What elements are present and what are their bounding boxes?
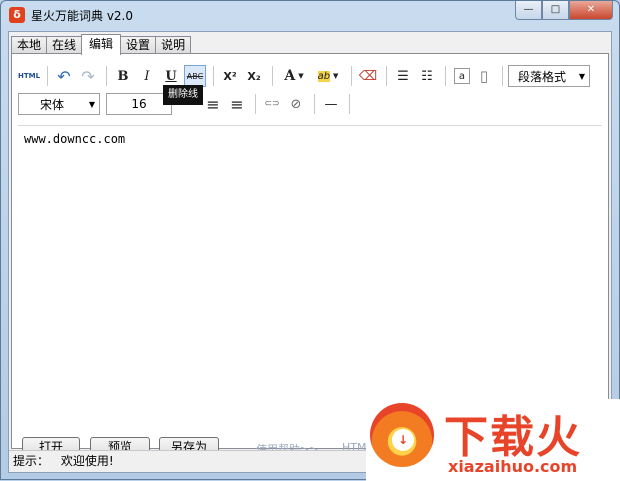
toolbar-separator <box>502 66 503 86</box>
superscript-button[interactable]: X² <box>219 65 241 87</box>
strikethrough-tooltip: 删除线 <box>163 85 203 105</box>
window-title: 星火万能词典 v2.0 <box>31 9 134 23</box>
toolbar-separator <box>349 94 350 114</box>
tab-about[interactable]: 说明 <box>155 36 192 54</box>
tab-online[interactable]: 在线 <box>46 36 83 54</box>
download-icon: ↓ <box>392 429 414 451</box>
eraser-icon[interactable]: ⌫ <box>357 65 379 87</box>
watermark-logo: ↓ 下载火 xiazaihuo.com <box>366 399 620 481</box>
undo-icon[interactable]: ↶ <box>53 65 75 87</box>
app-icon: δ <box>9 7 25 23</box>
minimize-button[interactable]: — <box>515 1 542 20</box>
highlight-icon: ab <box>317 70 331 82</box>
status-message: 欢迎使用! <box>60 454 114 468</box>
watermark-url: xiazaihuo.com <box>448 457 578 476</box>
unordered-list-icon[interactable]: ☷ <box>416 65 438 87</box>
rich-text-editor[interactable]: www.downcc.com <box>18 125 602 440</box>
toolbar-separator <box>255 94 256 114</box>
font-family-select[interactable]: 宋体 ▼ <box>18 93 100 115</box>
window-controls: — □ ✕ <box>515 1 613 20</box>
toolbar-separator <box>351 66 352 86</box>
toolbar-separator <box>47 66 48 86</box>
tab-settings[interactable]: 设置 <box>120 36 157 54</box>
align-right-icon[interactable]: ≡ <box>226 93 248 115</box>
title-bar[interactable]: δ 星火万能词典 v2.0 — □ ✕ <box>1 1 619 29</box>
unlink-icon[interactable]: ⊘ <box>285 93 307 115</box>
status-label: 提示： <box>13 454 50 468</box>
align-center-icon[interactable]: ≡ <box>202 93 224 115</box>
toolbar-separator <box>445 66 446 86</box>
ordered-list-icon[interactable]: ☰ <box>392 65 414 87</box>
chevron-down-icon: ▼ <box>333 72 339 80</box>
tab-strip: 本地 在线 编辑 设置 说明 <box>11 34 192 55</box>
chevron-down-icon: ▼ <box>88 99 96 109</box>
html-source-button[interactable]: HTML <box>18 65 40 87</box>
page-icon[interactable]: ▯ <box>473 65 495 87</box>
font-family-value: 宋体 <box>39 97 64 112</box>
font-size-value: 16 <box>131 97 147 111</box>
tab-edit[interactable]: 编辑 <box>81 34 122 55</box>
text-format-icon[interactable]: a <box>454 68 470 84</box>
chevron-down-icon: ▼ <box>578 71 586 81</box>
watermark-brand: 下载火 <box>444 412 582 463</box>
html-label: HTML <box>17 72 41 80</box>
link-icon[interactable]: ⊂⊃ <box>261 93 283 115</box>
paragraph-format-value: 段落格式 <box>517 69 566 84</box>
highlight-color-button[interactable]: ab ▼ <box>312 65 344 87</box>
tab-local[interactable]: 本地 <box>11 36 48 54</box>
italic-button[interactable]: I <box>136 65 158 87</box>
underline-button[interactable]: U <box>160 65 182 87</box>
toolbar-separator <box>314 94 315 114</box>
subscript-button[interactable]: X₂ <box>243 65 265 87</box>
editor-toolbar: HTML ↶ ↷ B I U ABC X² X₂ A ▼ ab ▼ ⌫ ☰ ☷ … <box>18 59 602 121</box>
edit-panel: HTML ↶ ↷ B I U ABC X² X₂ A ▼ ab ▼ ⌫ ☰ ☷ … <box>11 53 609 458</box>
flame-logo-icon: ↓ <box>370 403 434 467</box>
horizontal-rule-icon[interactable]: — <box>320 93 342 115</box>
font-color-icon: A <box>284 68 296 84</box>
maximize-button[interactable]: □ <box>542 1 569 20</box>
strikethrough-button[interactable]: ABC <box>184 65 206 87</box>
toolbar-separator <box>386 66 387 86</box>
toolbar-row-1: HTML ↶ ↷ B I U ABC X² X₂ A ▼ ab ▼ ⌫ ☰ ☷ … <box>18 63 590 89</box>
font-color-button[interactable]: A ▼ <box>278 65 310 87</box>
redo-icon[interactable]: ↷ <box>77 65 99 87</box>
chevron-down-icon: ▼ <box>298 72 304 80</box>
toolbar-separator <box>272 66 273 86</box>
bold-button[interactable]: B <box>112 65 134 87</box>
editor-content[interactable]: www.downcc.com <box>24 132 125 146</box>
app-window: δ 星火万能词典 v2.0 — □ ✕ 本地 在线 编辑 设置 说明 HTML … <box>0 0 620 481</box>
toolbar-separator <box>106 66 107 86</box>
paragraph-format-select[interactable]: 段落格式 ▼ <box>508 65 590 87</box>
close-button[interactable]: ✕ <box>569 1 613 20</box>
toolbar-separator <box>213 66 214 86</box>
